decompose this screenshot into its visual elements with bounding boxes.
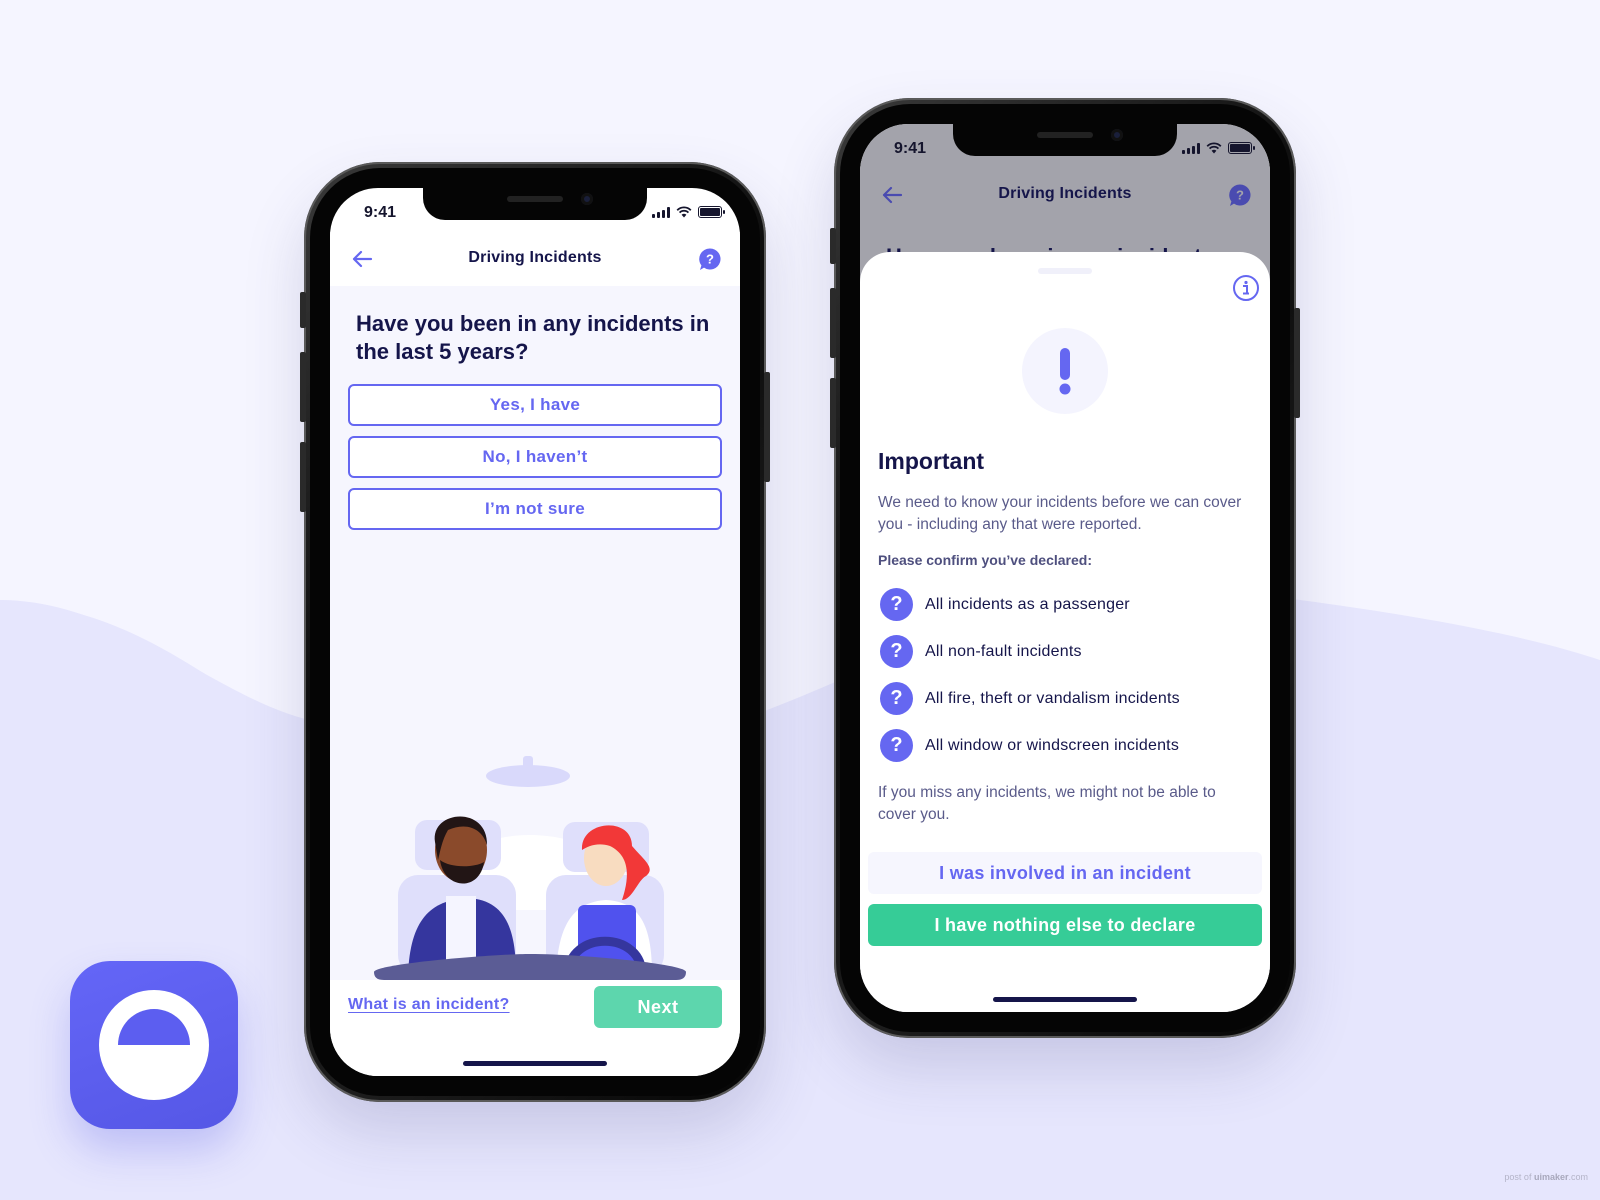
option-not-sure-button[interactable]: I’m not sure <box>348 488 722 530</box>
help-chat-icon[interactable]: ? <box>698 247 722 271</box>
app-logo-glyph <box>99 990 209 1100</box>
nav-bar: Driving Incidents ? <box>860 168 1270 222</box>
status-time: 9:41 <box>894 140 927 157</box>
background-wave <box>0 593 1600 1200</box>
answer-options: Yes, I have No, I haven’t I’m not sure <box>348 384 722 530</box>
wifi-icon <box>1206 142 1222 154</box>
declaration-label: All non-fault incidents <box>925 642 1082 660</box>
next-button[interactable]: Next <box>594 986 722 1028</box>
sheet-grabber[interactable] <box>1038 268 1092 274</box>
option-yes-button[interactable]: Yes, I have <box>348 384 722 426</box>
question-heading: Have you been in any incidents in the la… <box>356 311 710 364</box>
car-passengers-illustration <box>374 756 686 980</box>
side-button <box>300 442 306 512</box>
important-bottom-sheet: Important We need to know your incidents… <box>860 252 1270 1012</box>
question-icon[interactable]: ? <box>880 729 913 762</box>
notch <box>423 188 647 220</box>
page-title: Driving Incidents <box>998 185 1132 202</box>
declaration-item-fire-theft[interactable]: ? All fire, theft or vandalism incidents <box>880 682 1260 715</box>
declaration-list: ? All incidents as a passenger ? All non… <box>880 588 1260 762</box>
notch <box>953 124 1177 156</box>
watermark-suffix: .com <box>1568 1172 1588 1182</box>
home-indicator[interactable] <box>993 997 1137 1002</box>
side-button <box>830 288 836 358</box>
signal-icon <box>1182 143 1200 154</box>
involved-in-incident-button[interactable]: I was involved in an incident <box>868 852 1262 894</box>
app-logo-icon <box>70 961 238 1129</box>
info-icon[interactable] <box>1232 274 1260 302</box>
option-no-button[interactable]: No, I haven’t <box>348 436 722 478</box>
phone-left: 9:41 Driving Incidents ? Have you been i… <box>300 162 770 1102</box>
watermark: post of uimaker.com <box>1504 1172 1588 1182</box>
page-title: Driving Incidents <box>468 249 602 266</box>
declaration-item-windscreen[interactable]: ? All window or windscreen incidents <box>880 729 1260 762</box>
side-button <box>830 228 836 264</box>
battery-icon <box>1228 142 1255 154</box>
help-chat-icon[interactable]: ? <box>1228 183 1252 207</box>
sheet-intro-text: We need to know your incidents before we… <box>878 494 1242 533</box>
confirm-label: Please confirm you’ve declared: <box>878 552 1092 568</box>
nothing-to-declare-button[interactable]: I have nothing else to declare <box>868 904 1262 946</box>
exclamation-icon <box>1059 348 1071 395</box>
svg-text:?: ? <box>706 252 714 267</box>
declaration-item-non-fault[interactable]: ? All non-fault incidents <box>880 635 1260 668</box>
watermark-brand: uimaker <box>1533 1172 1569 1182</box>
question-icon[interactable]: ? <box>880 635 913 668</box>
screen-incident-question: 9:41 Driving Incidents ? Have you been i… <box>330 188 740 1076</box>
screen-important-sheet: 9:41 Driving Incidents ? Have you been i… <box>860 124 1270 1012</box>
question-icon[interactable]: ? <box>880 682 913 715</box>
nav-bar: Driving Incidents ? <box>330 232 740 286</box>
question-content: Have you been in any incidents in the la… <box>330 286 740 980</box>
side-button <box>764 372 770 482</box>
phone-right: 9:41 Driving Incidents ? Have you been i… <box>830 98 1300 1038</box>
alert-badge <box>1022 328 1108 414</box>
declaration-item-passenger[interactable]: ? All incidents as a passenger <box>880 588 1260 621</box>
side-button <box>1294 308 1300 418</box>
side-button <box>830 378 836 448</box>
watermark-prefix: post of <box>1504 1172 1534 1182</box>
what-is-incident-link[interactable]: What is an incident? <box>348 996 510 1014</box>
side-button <box>300 352 306 422</box>
svg-text:?: ? <box>1236 188 1244 203</box>
home-indicator[interactable] <box>463 1061 607 1066</box>
side-button <box>300 292 306 328</box>
sheet-outro-text: If you miss any incidents, we might not … <box>878 784 1216 823</box>
sheet-heading: Important <box>878 448 985 474</box>
status-time: 9:41 <box>364 204 397 221</box>
declaration-label: All fire, theft or vandalism incidents <box>925 689 1180 707</box>
declaration-label: All window or windscreen incidents <box>925 736 1180 754</box>
declaration-label: All incidents as a passenger <box>925 595 1130 613</box>
question-icon[interactable]: ? <box>880 588 913 621</box>
signal-icon <box>652 207 670 218</box>
battery-icon <box>698 206 725 218</box>
wifi-icon <box>676 206 692 218</box>
